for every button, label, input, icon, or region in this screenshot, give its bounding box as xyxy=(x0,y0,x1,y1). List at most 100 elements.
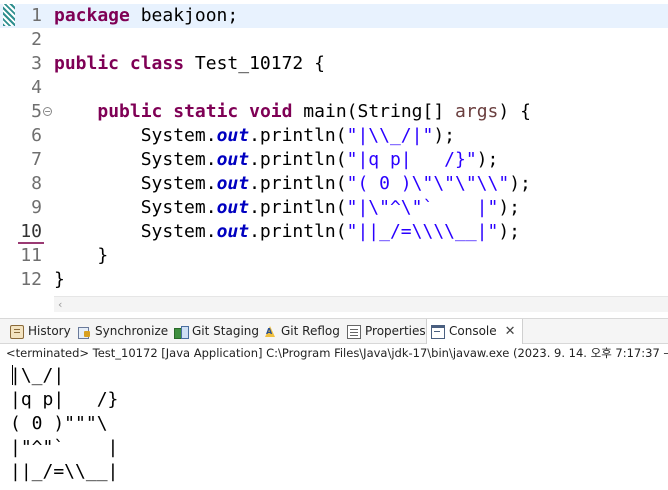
code-token: .println( xyxy=(249,149,347,170)
line-number: 3 xyxy=(31,53,42,74)
tab-console-label: Console xyxy=(449,324,497,338)
keyword-token: static xyxy=(173,101,239,122)
string-token: "|q p| /}" xyxy=(346,149,477,170)
fold-toggle-icon[interactable]: − xyxy=(43,107,52,116)
code-text: package beakjoon; xyxy=(54,4,238,28)
tab-git-staging[interactable]: Git Staging xyxy=(174,319,259,344)
field-token: out xyxy=(216,221,250,242)
code-text: public static void main(String[] args) { xyxy=(54,100,531,124)
code-token: ); xyxy=(509,173,531,194)
string-token: "||_/=\\\\__|" xyxy=(346,221,499,242)
keyword-token: package xyxy=(54,5,130,26)
tab-history[interactable]: History xyxy=(10,319,71,344)
code-token: ); xyxy=(498,197,521,218)
field-token: out xyxy=(216,125,250,146)
line-number: 2 xyxy=(31,29,42,50)
keyword-token: class xyxy=(129,53,185,74)
code-token: .println( xyxy=(249,221,347,242)
code-line[interactable]: 9 System.out.println("|\"^\"` |"); xyxy=(0,196,668,220)
code-token: System. xyxy=(54,173,217,194)
code-text: System.out.println("|\\_/|"); xyxy=(54,124,455,148)
code-line[interactable]: 4 xyxy=(0,76,668,100)
code-token: System. xyxy=(54,197,217,218)
tab-git-staging-label: Git Staging xyxy=(192,324,260,338)
views-tab-bar: History Synchronize Git Staging Git Refl… xyxy=(0,318,668,344)
code-token: System. xyxy=(54,221,217,242)
keyword-token: public xyxy=(54,53,120,74)
tab-properties[interactable]: Properties xyxy=(347,319,426,344)
line-number: 5 xyxy=(31,101,42,122)
console-output[interactable]: |\_/| |q p| /} ( 0 )"""\ |"^"` | ||_/=\\__| xyxy=(0,362,668,490)
code-token: ); xyxy=(476,149,499,170)
string-token: "( 0 )\"\"\"\\" xyxy=(346,173,510,194)
console-output-line: |q p| /} xyxy=(10,389,119,410)
console-icon xyxy=(431,324,445,339)
code-text: public class Test_10172 { xyxy=(54,52,325,76)
code-line[interactable]: 7 System.out.println("|q p| /}"); xyxy=(0,148,668,172)
tab-console[interactable]: Console ✕ xyxy=(426,319,523,344)
git-reflog-icon xyxy=(263,325,277,339)
code-token: System. xyxy=(54,149,217,170)
code-line[interactable]: 2 xyxy=(0,28,668,52)
code-token: } xyxy=(54,269,65,290)
git-staging-icon xyxy=(174,325,189,339)
text-caret xyxy=(12,365,13,385)
line-number: 8 xyxy=(31,173,42,194)
code-text: } xyxy=(54,244,108,268)
line-number: 11 xyxy=(20,245,42,266)
code-line[interactable]: 8 System.out.println("( 0 )\"\"\"\\"); xyxy=(0,172,668,196)
code-text: System.out.println("||_/=\\\\__|"); xyxy=(54,220,520,244)
line-number: 7 xyxy=(31,149,42,170)
code-token: ); xyxy=(433,125,456,146)
tab-synchronize-label: Synchronize xyxy=(95,324,169,338)
code-token: main(String[] xyxy=(292,101,456,122)
tab-git-reflog[interactable]: Git Reflog xyxy=(263,319,340,344)
code-text: System.out.println("|q p| /}"); xyxy=(54,148,499,172)
console-output-line: |\_/| xyxy=(10,365,65,386)
code-line[interactable]: 6 System.out.println("|\\_/|"); xyxy=(0,124,668,148)
line-number: 9 xyxy=(31,197,42,218)
keyword-token: void xyxy=(249,101,293,122)
code-token: ) { xyxy=(498,101,531,122)
line-number: 6 xyxy=(31,125,42,146)
parameter-token: args xyxy=(455,101,499,122)
field-token: out xyxy=(216,173,250,194)
tab-git-reflog-label: Git Reflog xyxy=(281,324,340,338)
code-editor[interactable]: 1 package beakjoon; 2 3 public class Test_10… xyxy=(0,0,668,296)
code-token: Test_10172 { xyxy=(184,53,325,74)
code-token: ); xyxy=(498,221,521,242)
code-line[interactable]: 12} xyxy=(0,268,668,292)
scroll-left-icon[interactable]: ‹ xyxy=(58,298,62,311)
synchronize-icon xyxy=(77,325,91,339)
code-token: .println( xyxy=(249,197,347,218)
code-text: System.out.println("|\"^\"` |"); xyxy=(54,196,520,220)
code-token: beakjoon; xyxy=(129,5,239,26)
keyword-token: public xyxy=(97,101,163,122)
code-token: .println( xyxy=(249,173,347,194)
string-token: "|\"^\"` |" xyxy=(346,197,499,218)
tab-synchronize[interactable]: Synchronize xyxy=(77,319,168,344)
code-line[interactable]: 1 package beakjoon; xyxy=(0,4,668,28)
close-icon[interactable]: ✕ xyxy=(505,319,516,344)
tab-history-label: History xyxy=(28,324,71,338)
line-number: 4 xyxy=(31,77,42,98)
editor-horizontal-scrollbar[interactable]: ‹ xyxy=(54,296,668,312)
code-line[interactable]: 5− public static void main(String[] args… xyxy=(0,100,668,124)
line-number: 10 xyxy=(20,221,42,242)
code-line[interactable]: 3 public class Test_10172 { xyxy=(0,52,668,76)
console-output-line: ( 0 )"""\ xyxy=(10,413,108,434)
string-token: "|\\_/|" xyxy=(346,125,434,146)
change-marker-icon xyxy=(3,4,15,26)
tab-properties-label: Properties xyxy=(365,324,426,338)
properties-icon xyxy=(347,324,361,339)
code-token: .println( xyxy=(249,125,347,146)
code-line[interactable]: 10 System.out.println("||_/=\\\\__|"); xyxy=(0,220,668,244)
field-token: out xyxy=(216,197,250,218)
code-line[interactable]: 11 } xyxy=(0,244,668,268)
line-number: 1 xyxy=(31,5,42,26)
field-token: out xyxy=(216,149,250,170)
